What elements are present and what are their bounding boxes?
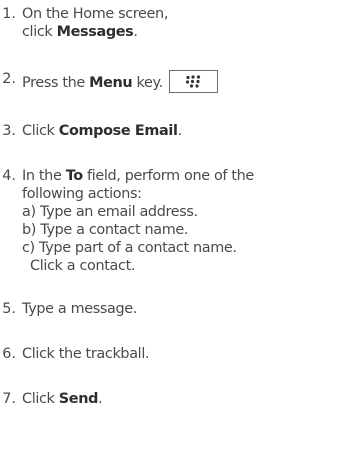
text: . bbox=[98, 391, 103, 407]
ui-term-compose-email: Compose Email bbox=[58, 123, 178, 139]
step-text: In the To field, perform one of the foll… bbox=[22, 167, 345, 275]
text: In the bbox=[22, 168, 66, 184]
step-line: following actions: bbox=[22, 186, 142, 202]
text: key. bbox=[132, 75, 164, 91]
text: Press the bbox=[22, 75, 90, 91]
step-text: On the Home screen, click Messages. bbox=[22, 5, 345, 41]
step-text: Type a message. bbox=[22, 301, 138, 317]
step-text: Click Compose Email. bbox=[22, 122, 345, 140]
step-line: On the Home screen, bbox=[22, 6, 169, 22]
ui-term-messages: Messages bbox=[56, 24, 134, 40]
step-line: In the To field, perform one of the bbox=[22, 167, 345, 185]
text: click bbox=[22, 24, 57, 40]
text: . bbox=[177, 123, 183, 139]
option-c: c) Type part of a contact name. bbox=[22, 240, 237, 256]
ui-term-send: Send bbox=[58, 391, 99, 407]
step-line: click Messages. bbox=[22, 23, 345, 41]
blackberry-menu-key-icon bbox=[168, 70, 218, 93]
step-number: 6. bbox=[2, 346, 16, 362]
option-b: b) Type a contact name. bbox=[22, 222, 189, 238]
step-number: 2. bbox=[2, 71, 16, 87]
step-number: 1. bbox=[2, 6, 16, 22]
text: Click bbox=[22, 123, 59, 139]
step-text: Click Send. bbox=[22, 390, 345, 408]
text: . bbox=[133, 24, 138, 40]
step-number: 3. bbox=[2, 123, 16, 139]
step-text: Click the trackball. bbox=[22, 346, 150, 362]
step-line: Click Compose Email. bbox=[22, 122, 345, 140]
step-number: 4. bbox=[2, 168, 16, 184]
step-number: 7. bbox=[2, 391, 16, 407]
text: field, perform one of the bbox=[82, 168, 254, 184]
ui-term-menu: Menu bbox=[89, 75, 133, 91]
step-number: 5. bbox=[2, 301, 16, 317]
text: Click bbox=[22, 391, 59, 407]
step-text: Press the Menu key. bbox=[22, 70, 345, 93]
step-line: Press the Menu key. bbox=[22, 70, 345, 93]
option-c-continuation: Click a contact. bbox=[30, 258, 136, 274]
ui-term-to: To bbox=[65, 168, 83, 184]
option-a: a) Type an email address. bbox=[22, 204, 198, 220]
step-line: Click Send. bbox=[22, 390, 345, 408]
